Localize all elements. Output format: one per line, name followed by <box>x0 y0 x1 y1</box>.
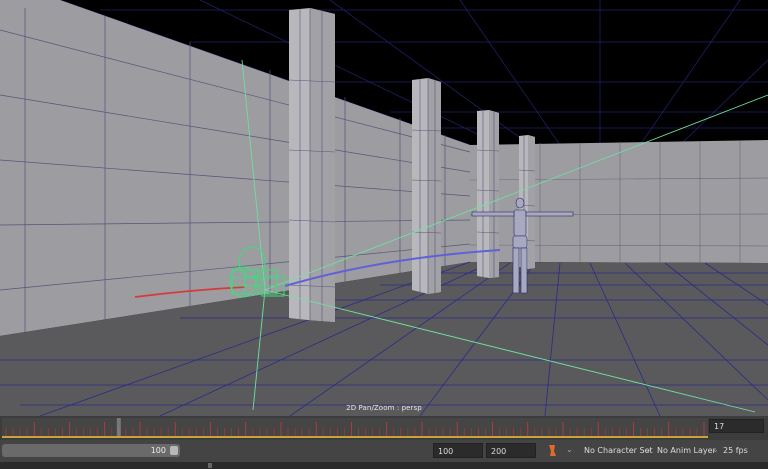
range-slider-value: 100 <box>150 446 166 455</box>
resize-grip[interactable] <box>208 463 212 468</box>
status-bar <box>0 462 768 469</box>
current-time-marker[interactable] <box>116 418 121 436</box>
viewport-camera-label: 2D Pan/Zoom : persp <box>346 404 422 412</box>
pillar-2 <box>411 78 442 294</box>
character-set-menu[interactable]: No Character Set <box>584 443 653 458</box>
pillar-3 <box>476 110 500 278</box>
range-slider-handle[interactable] <box>170 446 178 455</box>
fps-menu[interactable]: 25 fps <box>723 443 748 458</box>
playback-range-slider[interactable]: 100 <box>2 444 180 457</box>
range-end-field[interactable]: 200 <box>486 443 536 458</box>
time-slider[interactable]: 17 <box>0 416 768 440</box>
chevron-down-icon[interactable]: ⌄ <box>566 445 573 454</box>
maya-window: 2D Pan/Zoom : persp 17 100 100 200 ⌄ No … <box>0 0 768 469</box>
auto-key-icon[interactable] <box>546 443 558 458</box>
scene-canvas[interactable] <box>0 0 768 416</box>
perspective-viewport[interactable]: 2D Pan/Zoom : persp <box>0 0 768 416</box>
anim-layer-menu[interactable]: No Anim Layer <box>657 443 716 458</box>
range-start-field[interactable]: 100 <box>433 443 483 458</box>
current-frame-field[interactable]: 17 <box>709 419 764 433</box>
chevron-down-icon[interactable]: ⌄ <box>645 445 652 454</box>
chevron-down-icon[interactable]: ⌄ <box>712 445 719 454</box>
time-slider-ticks <box>5 418 705 436</box>
range-slider-bar: 100 100 200 ⌄ No Character Set ⌄ No Anim… <box>0 440 768 462</box>
time-slider-track[interactable] <box>2 418 708 438</box>
